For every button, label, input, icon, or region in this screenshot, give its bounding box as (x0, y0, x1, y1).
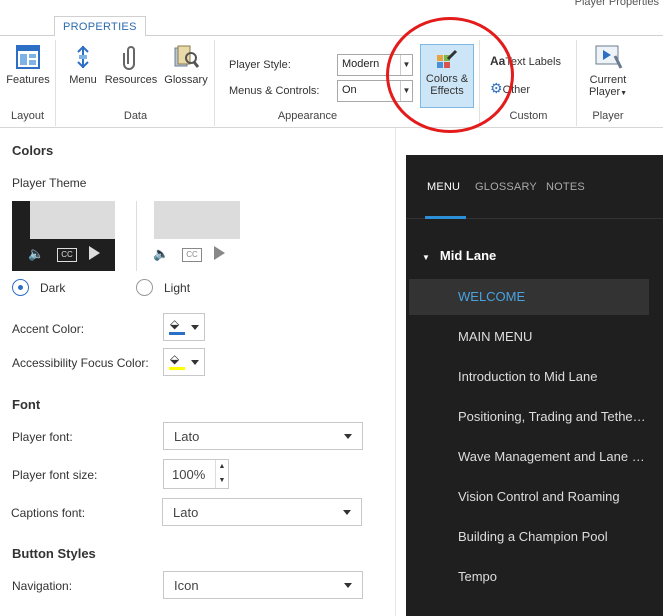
player-font-select[interactable]: Lato (163, 422, 363, 450)
captions-font-label: Captions font: (11, 506, 86, 520)
play-icon (214, 246, 225, 260)
play-icon (89, 246, 100, 260)
highlight-circle-annotation (386, 17, 514, 133)
player-tab-menu[interactable]: MENU (427, 181, 460, 193)
player-font-value: Lato (174, 429, 200, 444)
player-preview: MENU GLOSSARY NOTES ▼ Mid Lane WELCOME MA… (406, 155, 663, 616)
title-bar: Player Properties (0, 0, 663, 14)
chevron-down-icon (191, 360, 199, 365)
player-tab-bar: MENU GLOSSARY NOTES (406, 155, 663, 219)
closed-captions-icon: CC (57, 248, 77, 262)
navigation-value: Icon (174, 578, 199, 593)
glossary-label: Glossary (164, 74, 208, 86)
caret-down-icon: ▼ (422, 253, 430, 262)
menu-item[interactable]: Positioning, Trading and Tethering (409, 399, 649, 435)
menu-label: Menu (69, 74, 97, 86)
accent-color-swatch (169, 332, 185, 335)
ribbon-group-player: Current Player▼ Player (578, 40, 638, 126)
colors-heading: Colors (12, 143, 54, 158)
resources-label: Resources (104, 74, 158, 86)
volume-icon: 🔈 (28, 246, 45, 261)
menu-item[interactable]: Vision Control and Roaming (409, 479, 649, 515)
font-heading: Font (12, 397, 41, 412)
paint-bucket-icon: ⬙ (170, 352, 180, 366)
ribbon-group-data: Menu Resources Glossary Data (57, 40, 215, 126)
window-title: Player Properties (574, 0, 659, 8)
navigation-select[interactable]: Icon (163, 571, 363, 599)
accent-color-picker[interactable]: ⬙ (163, 313, 205, 341)
accent-color-label: Accent Color: (12, 322, 85, 336)
player-style-value: Modern (342, 58, 380, 70)
stepper-up-icon[interactable]: ▲ (215, 460, 228, 474)
closed-captions-icon: CC (182, 248, 202, 262)
player-font-label: Player font: (12, 430, 73, 444)
player-tab-notes[interactable]: NOTES (546, 181, 585, 193)
features-label: Features (6, 74, 50, 86)
theme-light-thumbnail[interactable]: 🔈 CC (136, 201, 240, 271)
ribbon-tab-strip: PROPERTIES (0, 14, 663, 37)
stepper-down-icon[interactable]: ▼ (215, 474, 228, 488)
player-icon (595, 45, 623, 69)
menu-item[interactable]: WELCOME (409, 279, 649, 315)
panel-divider (395, 128, 396, 616)
group-label-data: Data (123, 110, 148, 122)
glossary-book-icon (174, 45, 200, 68)
features-button[interactable]: Features (4, 44, 52, 86)
captions-font-select[interactable]: Lato (162, 498, 362, 526)
player-font-size-value: 100% (172, 467, 206, 482)
menu-item[interactable]: Tempo (409, 559, 649, 595)
chevron-down-icon (344, 434, 352, 439)
paint-bucket-icon: ⬙ (170, 317, 180, 331)
volume-icon: 🔈 (153, 246, 170, 261)
focus-color-swatch (169, 367, 185, 370)
radio-light-label: Light (164, 281, 191, 295)
menu-button[interactable]: Menu (65, 44, 101, 86)
menu-tree-icon (77, 45, 89, 69)
tab-properties[interactable]: PROPERTIES (54, 16, 146, 37)
player-font-size-stepper[interactable]: 100% ▲ ▼ (163, 459, 229, 489)
menu-item[interactable]: Building a Champion Pool (409, 519, 649, 555)
menus-controls-value: On (342, 84, 357, 96)
menu-item[interactable]: Wave Management and Lane Control (409, 439, 649, 475)
focus-color-label: Accessibility Focus Color: (12, 356, 149, 370)
menu-section-title: Mid Lane (439, 248, 497, 263)
theme-dark-thumbnail[interactable]: 🔈 CC (12, 201, 115, 271)
focus-color-picker[interactable]: ⬙ (163, 348, 205, 376)
current-player-button[interactable]: Current Player▼ (582, 44, 634, 98)
menu-section-header[interactable]: ▼ Mid Lane (422, 248, 496, 263)
navigation-label: Navigation: (12, 579, 73, 593)
radio-dark-label: Dark (40, 281, 66, 295)
active-tab-indicator (425, 216, 466, 219)
resources-button[interactable]: Resources (104, 44, 158, 86)
menu-item[interactable]: MAIN MENU (409, 319, 649, 355)
captions-font-value: Lato (173, 505, 199, 520)
radio-dark[interactable] (12, 279, 29, 296)
group-label-player: Player (592, 110, 624, 122)
features-icon (16, 45, 40, 69)
caret-down-icon: ▼ (620, 90, 628, 97)
chevron-down-icon (344, 583, 352, 588)
player-font-size-label: Player font size: (12, 468, 98, 482)
radio-light[interactable] (136, 279, 153, 296)
ribbon: Features Layout Menu Resources Glossary … (0, 36, 663, 128)
current-player-label-2: Player (588, 86, 621, 98)
menus-controls-label: Menus & Controls: (229, 85, 320, 97)
chevron-down-icon (343, 510, 351, 515)
chevron-down-icon (191, 325, 199, 330)
current-player-label-1: Current (589, 74, 627, 86)
paperclip-icon (123, 46, 135, 70)
properties-panel: Colors Player Theme 🔈 CC 🔈 CC Dark Light… (0, 128, 395, 616)
text-labels-label: Text Labels (505, 56, 561, 68)
menu-item[interactable]: Introduction to Mid Lane (409, 359, 649, 395)
group-label-appearance: Appearance (277, 110, 338, 122)
glossary-button[interactable]: Glossary (161, 44, 211, 86)
button-styles-heading: Button Styles (12, 546, 96, 561)
ribbon-group-layout: Features Layout (0, 40, 56, 126)
player-theme-label: Player Theme (12, 176, 87, 190)
player-style-label: Player Style: (229, 59, 291, 71)
player-tab-glossary[interactable]: GLOSSARY (475, 181, 537, 193)
group-label-layout: Layout (10, 110, 45, 122)
